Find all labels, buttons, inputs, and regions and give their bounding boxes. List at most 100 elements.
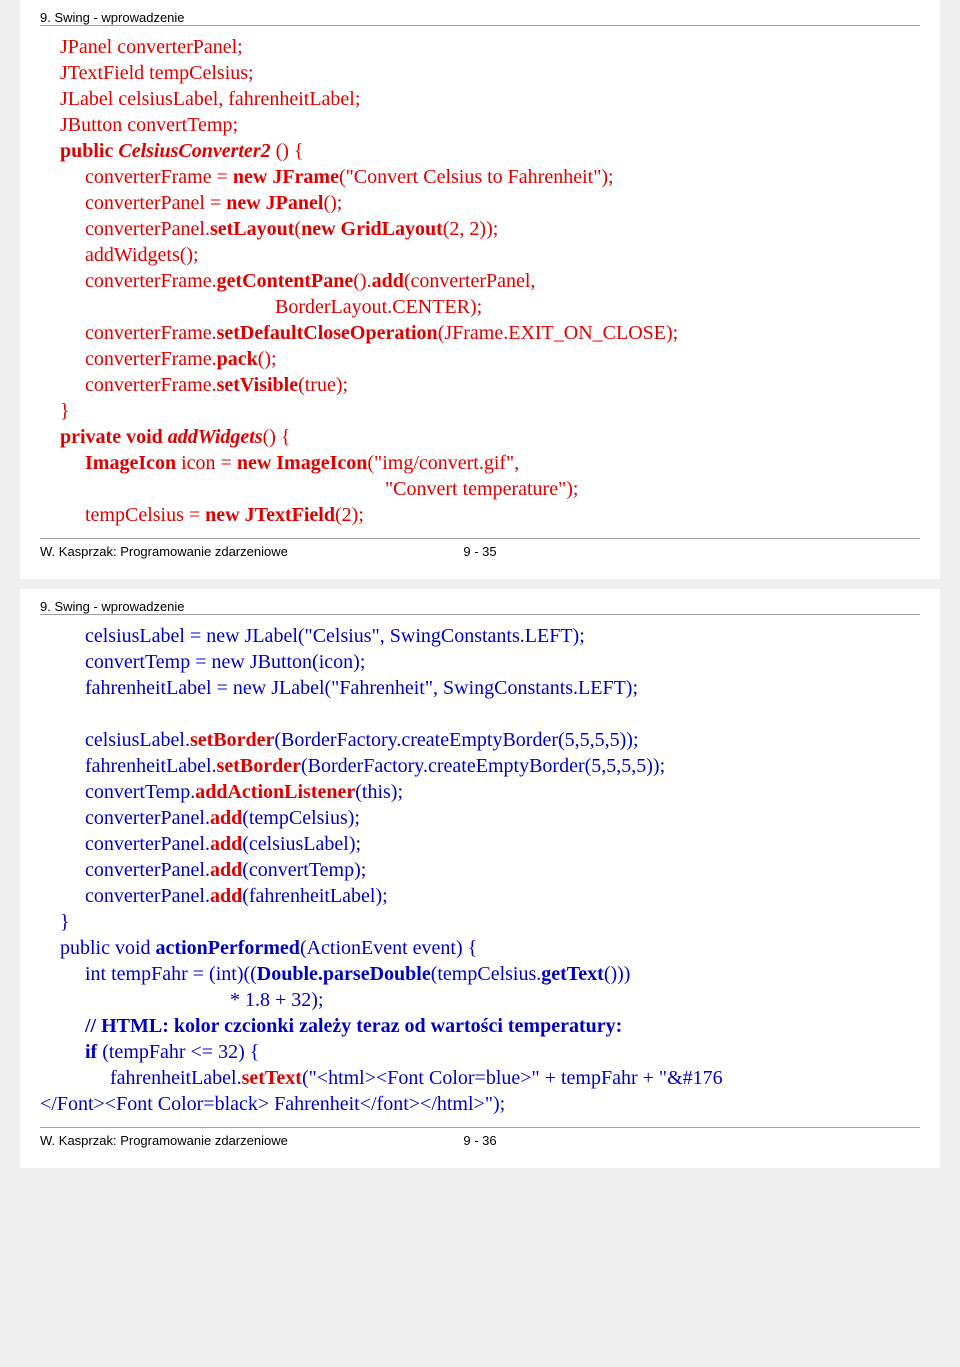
method: add <box>210 859 242 881</box>
code-line: addWidgets(); <box>60 242 920 268</box>
method: add <box>210 885 242 907</box>
code-line: fahrenheitLabel = new JLabel("Fahrenheit… <box>60 675 920 701</box>
code-text: ("<html><Font Color=blue>" + tempFahr + … <box>302 1067 723 1089</box>
code-text: (). <box>353 270 371 292</box>
code-text: (this); <box>355 781 403 803</box>
code-line: celsiusLabel = new JLabel("Celsius", Swi… <box>60 623 920 649</box>
code-text: (celsiusLabel); <box>242 833 361 855</box>
code-text: converterFrame. <box>85 374 217 396</box>
code-text: (ActionEvent event) { <box>300 937 477 959</box>
code-text: (tempCelsius. <box>431 963 542 985</box>
code-line: BorderLayout.CENTER); <box>60 294 920 320</box>
page-number: 9 - 35 <box>463 544 496 559</box>
code-line: public void actionPerformed(ActionEvent … <box>60 935 920 961</box>
code-text: (); <box>258 348 277 370</box>
code-line: celsiusLabel.setBorder(BorderFactory.cre… <box>60 727 920 753</box>
code-line: converterPanel.setLayout(new GridLayout(… <box>60 216 920 242</box>
method: getContentPane <box>217 270 354 292</box>
code-text: convertTemp. <box>85 781 195 803</box>
slide-footer: W. Kasprzak: Programowanie zdarzeniowe 9… <box>40 538 920 559</box>
method: getText <box>541 963 604 985</box>
code-text: public void <box>60 937 156 959</box>
code-line: "Convert temperature"); <box>60 476 920 502</box>
keyword: new JPanel <box>226 192 323 214</box>
keyword: new JFrame <box>233 166 339 188</box>
code-text: (converterPanel, <box>404 270 536 292</box>
code-text: ())) <box>604 963 631 985</box>
method: add <box>372 270 404 292</box>
method: setLayout <box>210 218 294 240</box>
code-line: converterFrame.setDefaultCloseOperation(… <box>60 320 920 346</box>
keyword: if <box>85 1041 97 1063</box>
code-text: converterPanel. <box>85 833 210 855</box>
code-text: celsiusLabel. <box>85 729 190 751</box>
code-text: () { <box>263 426 291 448</box>
code-text: converterPanel. <box>85 807 210 829</box>
code-text: (tempCelsius); <box>242 807 360 829</box>
keyword: private void <box>60 426 168 448</box>
code-text: converterFrame. <box>85 348 217 370</box>
code-text: converterPanel. <box>85 885 210 907</box>
method: actionPerformed <box>156 937 300 959</box>
code-line: convertTemp.addActionListener(this); <box>60 779 920 805</box>
code-line: converterFrame.setVisible(true); <box>60 372 920 398</box>
method: setText <box>242 1067 302 1089</box>
code-line: JTextField tempCelsius; <box>60 62 254 84</box>
code-line: public CelsiusConverter2 () { <box>60 140 304 162</box>
code-line: </Font><Font Color=black> Fahrenheit</fo… <box>40 1091 920 1117</box>
code-text: (2); <box>335 504 364 526</box>
slide-1: 9. Swing - wprowadzenie JPanel converter… <box>20 0 940 579</box>
code-text: (BorderFactory.createEmptyBorder(5,5,5,5… <box>301 755 665 777</box>
code-text: converterFrame. <box>85 322 217 344</box>
slide-2: 9. Swing - wprowadzenie celsiusLabel = n… <box>20 589 940 1168</box>
code-line: private void addWidgets() { <box>60 424 920 450</box>
code-line: JButton convertTemp; <box>60 114 238 136</box>
code-line: JLabel celsiusLabel, fahrenheitLabel; <box>60 88 360 110</box>
method-name: addWidgets <box>168 426 263 448</box>
code-text: ("img/convert.gif", <box>367 452 519 474</box>
code-text: fahrenheitLabel. <box>110 1067 242 1089</box>
class: ImageIcon <box>85 452 176 474</box>
keyword: public <box>60 140 113 162</box>
code-text: tempCelsius = <box>85 504 205 526</box>
code-text: ("Convert Celsius to Fahrenheit"); <box>339 166 614 188</box>
code-line: converterFrame.getContentPane().add(conv… <box>60 268 920 294</box>
footer-author: W. Kasprzak: Programowanie zdarzeniowe <box>40 544 288 559</box>
code-text: converterFrame. <box>85 270 217 292</box>
code-text: converterPanel. <box>85 218 210 240</box>
comment-line: // HTML: kolor czcionki zależy teraz od … <box>60 1013 920 1039</box>
method: setDefaultCloseOperation <box>217 322 438 344</box>
code-content: celsiusLabel = new JLabel("Celsius", Swi… <box>40 623 920 1117</box>
keyword: new ImageIcon <box>237 452 368 474</box>
code-text: (convertTemp); <box>242 859 366 881</box>
code-text: converterFrame = <box>85 166 233 188</box>
code-text: (fahrenheitLabel); <box>242 885 387 907</box>
method: addActionListener <box>195 781 355 803</box>
class-name: CelsiusConverter2 <box>118 140 270 162</box>
code-line: fahrenheitLabel.setBorder(BorderFactory.… <box>60 753 920 779</box>
code-line: JPanel converterPanel; <box>60 36 243 58</box>
code-text: icon = <box>176 452 237 474</box>
method: setBorder <box>190 729 274 751</box>
code-line: converterPanel = new JPanel(); <box>60 190 920 216</box>
code-line: int tempFahr = (int)((Double.parseDouble… <box>60 961 920 987</box>
code-line: ImageIcon icon = new ImageIcon("img/conv… <box>60 450 920 476</box>
code-line: * 1.8 + 32); <box>60 987 920 1013</box>
code-line: converterPanel.add(celsiusLabel); <box>60 831 920 857</box>
code-content: JPanel converterPanel; JTextField tempCe… <box>40 34 920 528</box>
slide-header: 9. Swing - wprowadzenie <box>40 10 920 26</box>
footer-author: W. Kasprzak: Programowanie zdarzeniowe <box>40 1133 288 1148</box>
method: setVisible <box>217 374 298 396</box>
method: Double.parseDouble <box>257 963 431 985</box>
keyword: new JTextField <box>205 504 335 526</box>
slide-footer: W. Kasprzak: Programowanie zdarzeniowe 9… <box>40 1127 920 1148</box>
code-line: if (tempFahr <= 32) { <box>60 1039 920 1065</box>
code-text: () { <box>276 140 304 162</box>
code-text: (tempFahr <= 32) { <box>97 1041 259 1063</box>
code-text: converterPanel. <box>85 859 210 881</box>
method: add <box>210 807 242 829</box>
code-text: (JFrame.EXIT_ON_CLOSE); <box>438 322 679 344</box>
code-line: converterFrame = new JFrame("Convert Cel… <box>60 164 920 190</box>
code-line: fahrenheitLabel.setText("<html><Font Col… <box>60 1065 920 1091</box>
keyword: new GridLayout <box>301 218 443 240</box>
